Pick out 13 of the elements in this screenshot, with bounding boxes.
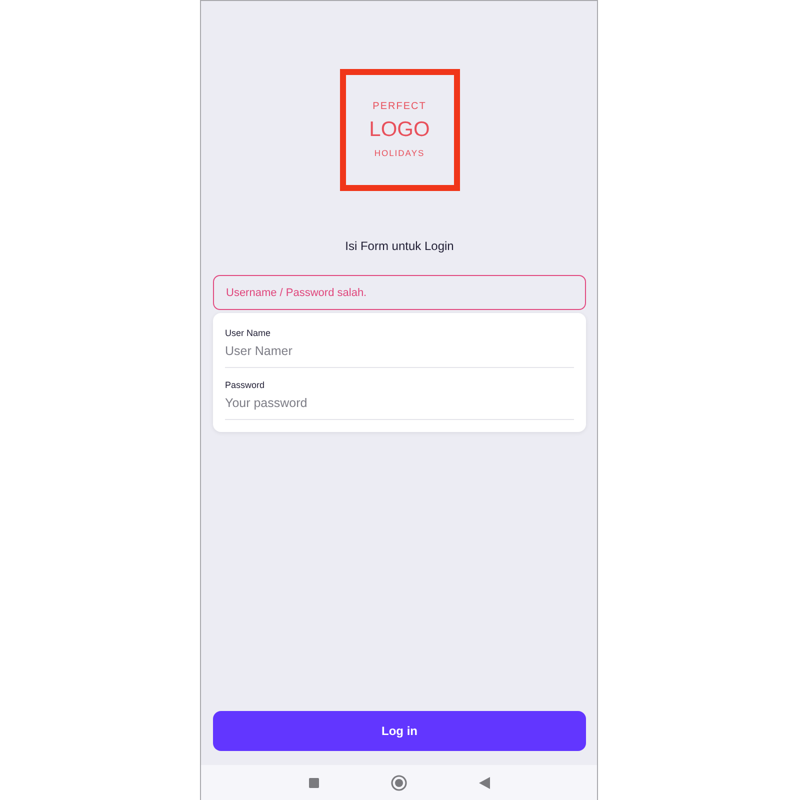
recents-icon[interactable]: [308, 778, 318, 788]
home-icon[interactable]: [390, 774, 406, 790]
input-field[interactable]: User Namer: [225, 339, 574, 368]
login-button[interactable]: Log in: [213, 711, 586, 751]
field-label: User Name: [225, 327, 271, 339]
error-message: Username / Password salah.: [213, 275, 586, 310]
input-field[interactable]: Your password: [225, 391, 574, 420]
back-icon[interactable]: [478, 776, 490, 788]
form-title: Isi Form untuk Login: [345, 239, 454, 254]
logo-tagline: PERFECT: [372, 101, 426, 113]
field-label: Password: [225, 379, 265, 391]
logo-wordmark: LOGO: [369, 118, 430, 142]
logo-subtitle: HOLIDAYS: [374, 147, 425, 159]
